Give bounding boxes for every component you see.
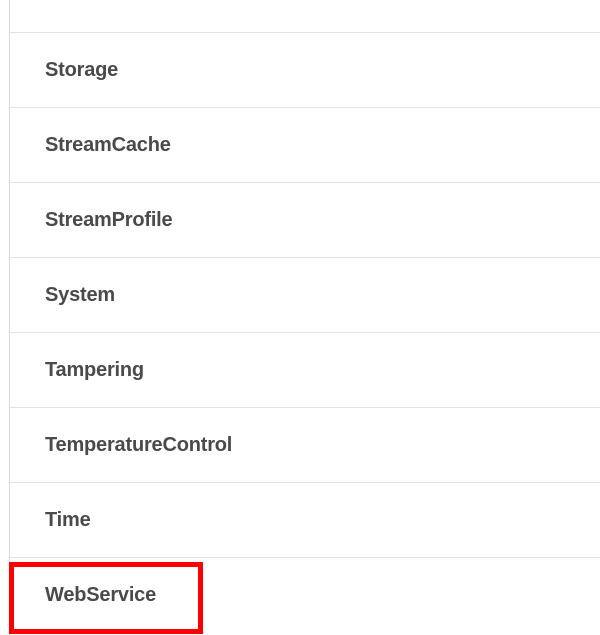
list-item-webservice[interactable]: WebService [10,558,600,633]
list-item-label: System [45,283,115,306]
list-item-system[interactable]: System [10,258,600,333]
list-item-label: Storage [45,58,119,81]
list-item-label: Time [45,508,91,531]
list-item-label: StreamProfile [45,208,173,231]
list-item-tampering[interactable]: Tampering [10,333,600,408]
list-item-time[interactable]: Time [10,483,600,558]
settings-list: Storage StreamCache StreamProfile System… [10,32,600,633]
list-item-label: TemperatureControl [45,433,233,456]
list-item-label: WebService [45,584,157,606]
list-item-temperaturecontrol[interactable]: TemperatureControl [10,408,600,483]
list-item-label: StreamCache [45,133,171,156]
settings-list-panel: Storage StreamCache StreamProfile System… [9,0,600,635]
list-item-streamcache[interactable]: StreamCache [10,108,600,183]
list-item-label: Tampering [45,358,144,381]
list-item-storage[interactable]: Storage [10,33,600,108]
list-item-streamprofile[interactable]: StreamProfile [10,183,600,258]
